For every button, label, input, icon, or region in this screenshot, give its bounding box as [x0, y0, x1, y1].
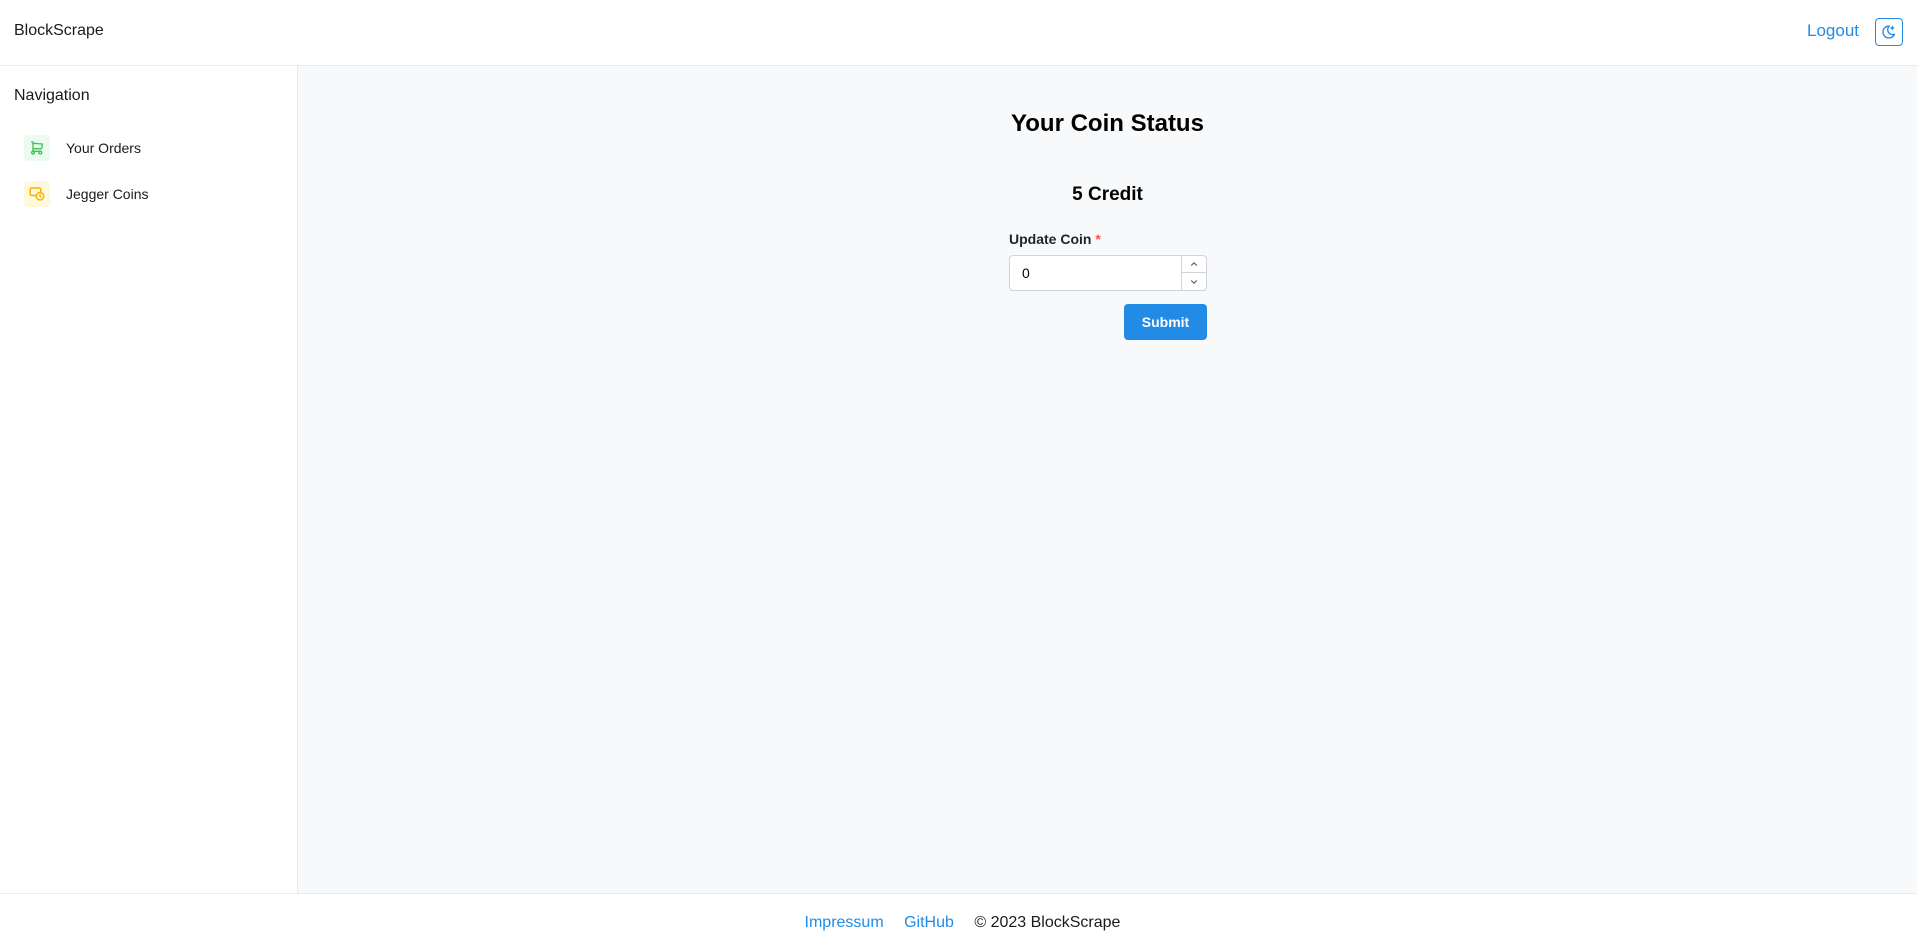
coin-icon: [24, 181, 50, 207]
main-content: Your Coin Status 5 Credit Update Coin * …: [298, 66, 1917, 893]
chevron-down-icon: [1190, 279, 1198, 284]
brand-logo-text[interactable]: BlockScrape: [14, 22, 104, 40]
submit-button[interactable]: Submit: [1124, 304, 1207, 340]
update-coin-form: Update Coin *: [1009, 231, 1207, 291]
page-title: Your Coin Status: [1011, 110, 1204, 137]
moon-icon: [1882, 25, 1896, 39]
footer-content: Impressum GitHub © 2023 BlockScrape: [0, 914, 1917, 932]
github-link[interactable]: GitHub: [904, 914, 954, 931]
increment-button[interactable]: [1182, 256, 1206, 273]
number-stepper: [1181, 256, 1206, 290]
logout-link[interactable]: Logout: [1807, 21, 1859, 41]
sidebar: Navigation Your Orders Jegger Coins: [0, 66, 298, 893]
credit-value: 5 Credit: [1072, 184, 1143, 205]
app-footer: Impressum GitHub © 2023 BlockScrape: [0, 893, 1917, 950]
theme-toggle-button[interactable]: [1875, 18, 1903, 46]
sidebar-item-jegger-coins[interactable]: Jegger Coins: [14, 174, 284, 214]
decrement-button[interactable]: [1182, 273, 1206, 290]
sidebar-item-label: Your Orders: [66, 140, 141, 156]
update-coin-input[interactable]: [1010, 256, 1180, 290]
update-coin-label: Update Coin *: [1009, 231, 1207, 251]
nav-title: Navigation: [14, 87, 90, 104]
update-coin-field: [1009, 255, 1207, 291]
cart-icon: [24, 135, 50, 161]
sidebar-item-label: Jegger Coins: [66, 186, 149, 202]
app-header: BlockScrape Logout: [0, 0, 1917, 66]
required-mark: *: [1095, 231, 1101, 247]
copyright-text: © 2023 BlockScrape: [974, 914, 1121, 931]
sidebar-item-your-orders[interactable]: Your Orders: [14, 128, 284, 168]
impressum-link[interactable]: Impressum: [805, 914, 884, 931]
update-coin-label-text: Update Coin: [1009, 231, 1092, 247]
chevron-up-icon: [1190, 262, 1198, 266]
